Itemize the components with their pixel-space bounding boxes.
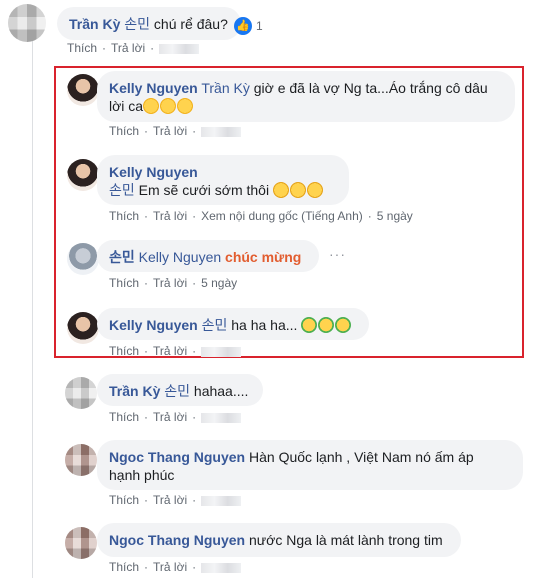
comment-bubble: Kelly Nguyen Trần Kỳ giờ e đã là vợ Ng t…	[97, 71, 515, 122]
avatar[interactable]	[67, 159, 99, 191]
reply-link[interactable]: Trả lời	[153, 410, 187, 424]
author-name[interactable]: Trần Kỳ	[69, 16, 120, 32]
like-link[interactable]: Thích	[109, 344, 139, 358]
comment-actions: Thích · Trả lời ·	[109, 560, 242, 574]
comment-actions: Thích · Trả lời ·	[109, 410, 242, 424]
comment-actions: Thích · Trả lời ·	[109, 344, 242, 358]
like-link[interactable]: Thích	[109, 209, 139, 223]
author-name[interactable]: Ngoc Thang Nguyen	[109, 449, 245, 465]
comment-actions: Thích · Trả lời ·	[67, 41, 200, 55]
like-link[interactable]: Thích	[67, 41, 97, 55]
mention-tag[interactable]: Kelly Nguyen	[139, 249, 222, 265]
comment-actions: Thích · Trả lời · 5 ngày	[109, 276, 238, 290]
laugh-emoji-icon	[289, 182, 306, 198]
comment-text: chú rể đâu?	[150, 16, 228, 32]
comment-text: Hàn Quốc lạnh , Việt Nam nó ấm áp	[245, 449, 474, 465]
comment-text: hahaa....	[190, 383, 249, 399]
comment-bubble: Trần Kỳ 손민 chú rể đâu?	[57, 7, 241, 40]
comment-text: Em sẽ cưới sớm thôi	[134, 182, 270, 198]
comment-text: giờ e đã là vợ Ng ta...Áo trắng cô dâu	[249, 80, 488, 96]
reply-link[interactable]: Trả lời	[153, 124, 187, 138]
smile-emoji-icon	[143, 98, 160, 114]
author-name[interactable]: Kelly Nguyen	[109, 164, 198, 180]
avatar[interactable]	[8, 4, 46, 42]
mention-tag[interactable]: Trần Kỳ	[201, 80, 250, 96]
timestamp-blurred	[201, 126, 242, 137]
reply-link[interactable]: Trả lời	[153, 560, 187, 574]
author-name[interactable]: Trần Kỳ	[109, 383, 160, 399]
like-link[interactable]: Thích	[109, 560, 139, 574]
laugh-emoji-icon	[306, 182, 323, 198]
timestamp-blurred	[201, 562, 242, 573]
like-link[interactable]: Thích	[109, 410, 139, 424]
avatar[interactable]	[67, 74, 99, 106]
comment-actions: Thích · Trả lời ·	[109, 493, 242, 507]
comment-text: nước Nga là mát lành trong tim	[245, 532, 443, 548]
comment-bubble: Kelly Nguyen 손민 Em sẽ cưới sớm thôi	[97, 155, 349, 205]
thread-line	[32, 40, 33, 578]
reply-link[interactable]: Trả lời	[153, 276, 187, 290]
reply-link[interactable]: Trả lời	[153, 209, 187, 223]
avatar[interactable]	[67, 312, 99, 344]
comment-text: ha ha ha...	[227, 317, 298, 333]
author-name[interactable]: 손민	[109, 249, 135, 265]
avatar[interactable]	[65, 377, 97, 409]
comment-bubble: Kelly Nguyen 손민 ha ha ha...	[97, 308, 369, 340]
author-name[interactable]: Ngoc Thang Nguyen	[109, 532, 245, 548]
comment-text-line2: hạnh phúc	[109, 467, 175, 483]
highlighted-text: chúc mừng	[225, 249, 302, 265]
reply-link[interactable]: Trả lời	[111, 41, 145, 55]
comment-bubble: Trần Kỳ 손민 hahaa....	[97, 374, 263, 406]
money-face-emoji-icon	[301, 317, 318, 333]
more-options-icon[interactable]: ···	[329, 246, 346, 262]
like-reaction-icon[interactable]: 👍	[234, 17, 252, 35]
money-face-emoji-icon	[335, 317, 352, 333]
comment-text-line2: lời ca	[109, 98, 144, 114]
see-original-link[interactable]: Xem nội dung gốc (Tiếng Anh)	[201, 209, 363, 223]
laugh-emoji-icon	[272, 182, 289, 198]
comment-bubble: Ngoc Thang Nguyen Hàn Quốc lạnh , Việt N…	[97, 440, 523, 490]
timestamp[interactable]: 5 ngày	[377, 209, 413, 223]
reply-link[interactable]: Trả lời	[153, 344, 187, 358]
timestamp-blurred	[201, 412, 242, 423]
timestamp-blurred	[159, 43, 200, 54]
comment-bubble: Ngoc Thang Nguyen nước Nga là mát lành t…	[97, 523, 461, 557]
timestamp-blurred	[201, 346, 242, 357]
mention-tag[interactable]: 손민	[202, 317, 228, 333]
smile-emoji-icon	[177, 98, 194, 114]
mention-tag[interactable]: 손민	[124, 16, 150, 32]
avatar[interactable]	[65, 444, 97, 476]
timestamp-blurred	[201, 495, 242, 506]
comment-actions: Thích · Trả lời · Xem nội dung gốc (Tiếng An…	[109, 209, 413, 223]
money-face-emoji-icon	[318, 317, 335, 333]
like-link[interactable]: Thích	[109, 124, 139, 138]
reply-link[interactable]: Trả lời	[153, 493, 187, 507]
comment-actions: Thích · Trả lời ·	[109, 124, 242, 138]
comment-bubble: 손민 Kelly Nguyen chúc mừng	[97, 240, 319, 272]
like-link[interactable]: Thích	[109, 493, 139, 507]
timestamp[interactable]: 5 ngày	[201, 276, 237, 290]
smile-emoji-icon	[160, 98, 177, 114]
like-link[interactable]: Thích	[109, 276, 139, 290]
mention-tag[interactable]: 손민	[109, 182, 135, 198]
avatar[interactable]	[65, 527, 97, 559]
author-name[interactable]: Kelly Nguyen	[109, 80, 198, 96]
author-name[interactable]: Kelly Nguyen	[109, 317, 198, 333]
avatar[interactable]	[67, 243, 99, 275]
mention-tag[interactable]: 손민	[164, 383, 190, 399]
reaction-count[interactable]: 1	[256, 19, 263, 33]
